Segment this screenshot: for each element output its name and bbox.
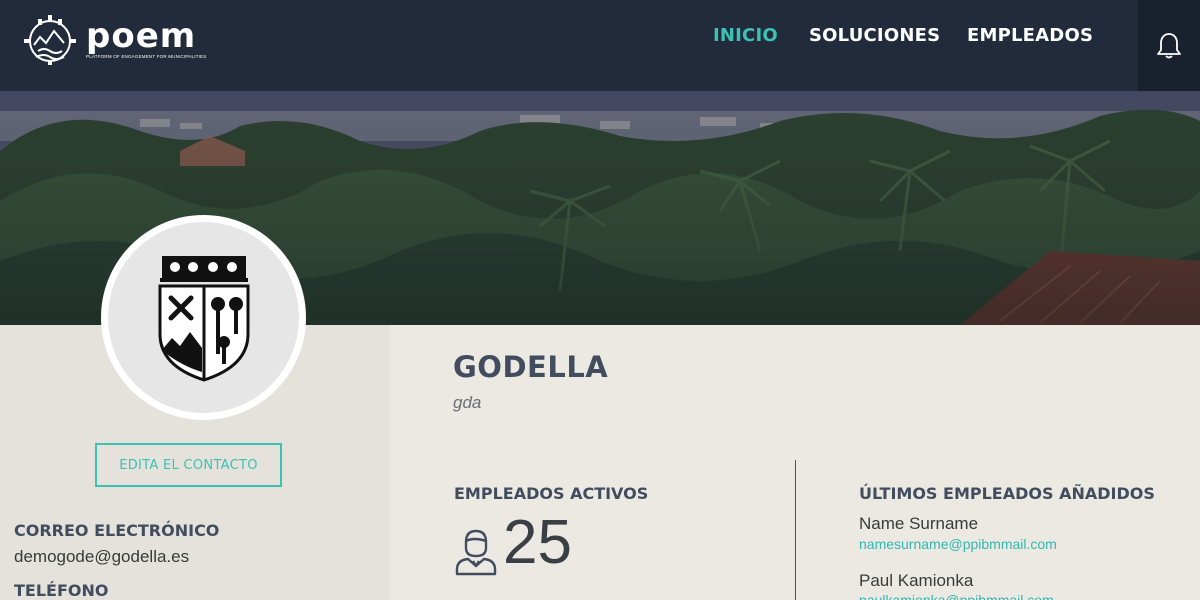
nav-soluciones[interactable]: SOLUCIONES xyxy=(809,25,940,46)
brand-tagline: PLATFORM OF ENGAGEMENT FOR MUNICIPALITIE… xyxy=(86,53,207,59)
notifications-button[interactable] xyxy=(1138,0,1200,91)
top-navbar: poem PLATFORM OF ENGAGEMENT FOR MUNICIPA… xyxy=(0,0,1200,91)
nav-inicio[interactable]: INICIO xyxy=(713,25,778,46)
employee-icon xyxy=(455,529,497,576)
org-name: GODELLA xyxy=(453,350,609,384)
bell-icon xyxy=(1157,32,1181,58)
coat-of-arms-icon xyxy=(158,255,249,382)
edit-contact-button[interactable]: EDITA EL CONTACTO xyxy=(95,443,282,487)
municipality-avatar xyxy=(101,215,306,420)
email-value: demogode@godella.es xyxy=(14,547,190,566)
main-nav: INICIO SOLUCIONES EMPLEADOS xyxy=(0,25,1120,49)
email-label: CORREO ELECTRÓNICO xyxy=(14,521,220,540)
recent-employee-name: Name Surname xyxy=(859,514,979,533)
nav-empleados[interactable]: EMPLEADOS xyxy=(967,25,1093,46)
recent-employees-title: ÚLTIMOS EMPLEADOS AÑADIDOS xyxy=(859,484,1155,503)
org-code: gda xyxy=(453,393,482,412)
phone-label: TELÉFONO xyxy=(14,581,109,600)
recent-employee-email[interactable]: paulkamionka@ppibmmail.com xyxy=(859,592,1054,600)
recent-employee-email[interactable]: namesurname@ppibmmail.com xyxy=(859,536,1057,552)
active-employees-count: 25 xyxy=(503,508,572,577)
active-employees-title: EMPLEADOS ACTIVOS xyxy=(454,484,649,503)
section-divider xyxy=(795,460,796,600)
recent-employee-name: Paul Kamionka xyxy=(859,571,974,590)
